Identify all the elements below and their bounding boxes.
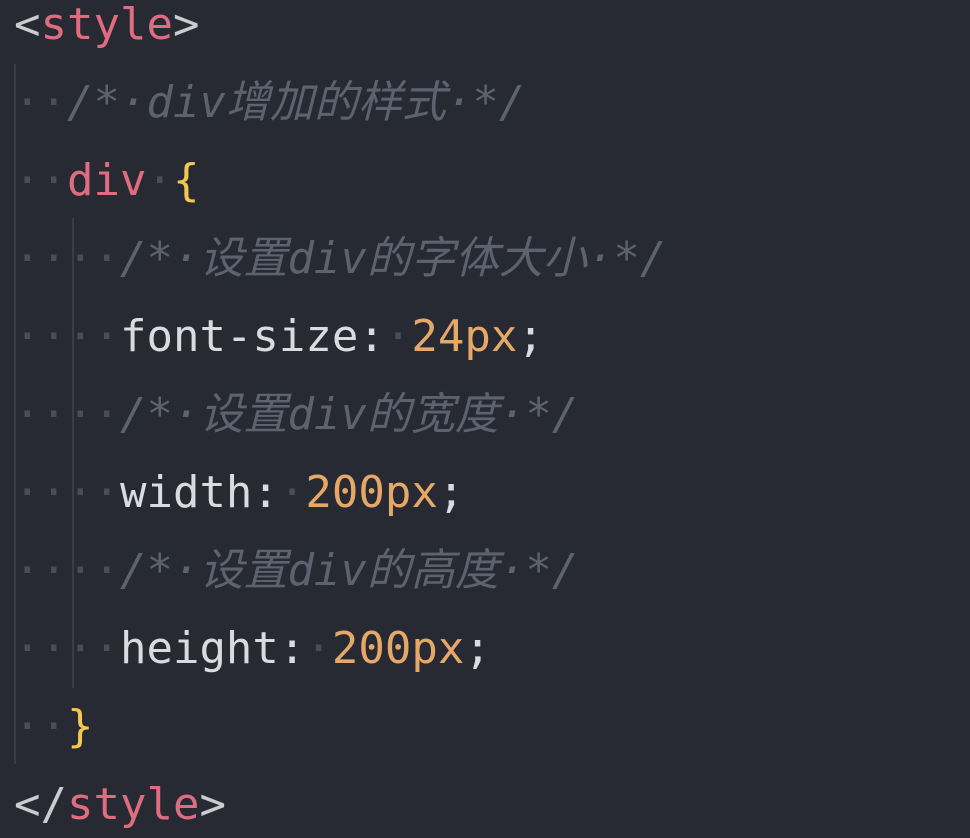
code-comment: /*·设置div的高度·*/ [119, 545, 579, 596]
tag-bracket: </ [14, 779, 67, 830]
css-value: 200px [331, 623, 465, 674]
code-line-4[interactable]: ····/*·设置div的字体大小·*/ [14, 220, 970, 298]
css-value: 200px [305, 467, 438, 518]
code-line-11[interactable]: </style> [14, 766, 970, 838]
code-line-8[interactable]: ····/*·设置div的高度·*/ [14, 532, 970, 610]
css-property: height [119, 623, 279, 674]
whitespace-marker: · [305, 623, 332, 674]
code-line-5[interactable]: ····font-size:·24px; [14, 298, 970, 376]
whitespace-marker: ···· [14, 467, 120, 518]
css-property: width [119, 467, 253, 518]
whitespace-marker: ···· [14, 389, 120, 440]
whitespace-marker: ·· [14, 77, 67, 128]
tag-name: style [40, 0, 173, 50]
whitespace-marker: ·· [14, 701, 67, 752]
code-line-1[interactable]: <style> [14, 0, 970, 64]
whitespace-marker: · [384, 311, 412, 362]
whitespace-marker: ···· [14, 311, 120, 362]
code-line-2[interactable]: ··/*·div增加的样式·*/ [14, 64, 970, 142]
brace: { [172, 155, 200, 206]
code-line-10[interactable]: ··} [14, 688, 970, 766]
code-line-7[interactable]: ····width:·200px; [14, 454, 970, 532]
punctuation: : [358, 311, 385, 362]
whitespace-marker: · [278, 467, 306, 518]
css-value: 24px [411, 311, 518, 362]
whitespace-marker: ···· [14, 623, 120, 674]
code-comment: /*·div增加的样式·*/ [66, 77, 526, 128]
whitespace-marker: ···· [14, 233, 120, 284]
whitespace-marker: · [146, 155, 173, 206]
css-property: font-size [119, 311, 359, 362]
whitespace-marker: ·· [14, 155, 67, 206]
whitespace-marker: ···· [14, 545, 120, 596]
css-selector: div [66, 155, 147, 206]
punctuation: : [252, 467, 279, 518]
code-line-6[interactable]: ····/*·设置div的宽度·*/ [14, 376, 970, 454]
code-editor[interactable]: <style> ··/*·div增加的样式·*/ ··div·{ ····/*·… [0, 0, 970, 838]
punctuation: ; [437, 467, 465, 518]
code-comment: /*·设置div的字体大小·*/ [119, 233, 667, 284]
punctuation: ; [464, 623, 491, 674]
tag-bracket: < [14, 0, 41, 50]
tag-name: style [66, 779, 200, 830]
punctuation: : [278, 623, 306, 674]
code-line-3[interactable]: ··div·{ [14, 142, 970, 220]
tag-bracket: > [172, 0, 200, 50]
code-comment: /*·设置div的宽度·*/ [119, 389, 579, 440]
brace: } [66, 701, 94, 752]
punctuation: ; [517, 311, 544, 362]
tag-bracket: > [199, 779, 226, 830]
code-line-9[interactable]: ····height:·200px; [14, 610, 970, 688]
